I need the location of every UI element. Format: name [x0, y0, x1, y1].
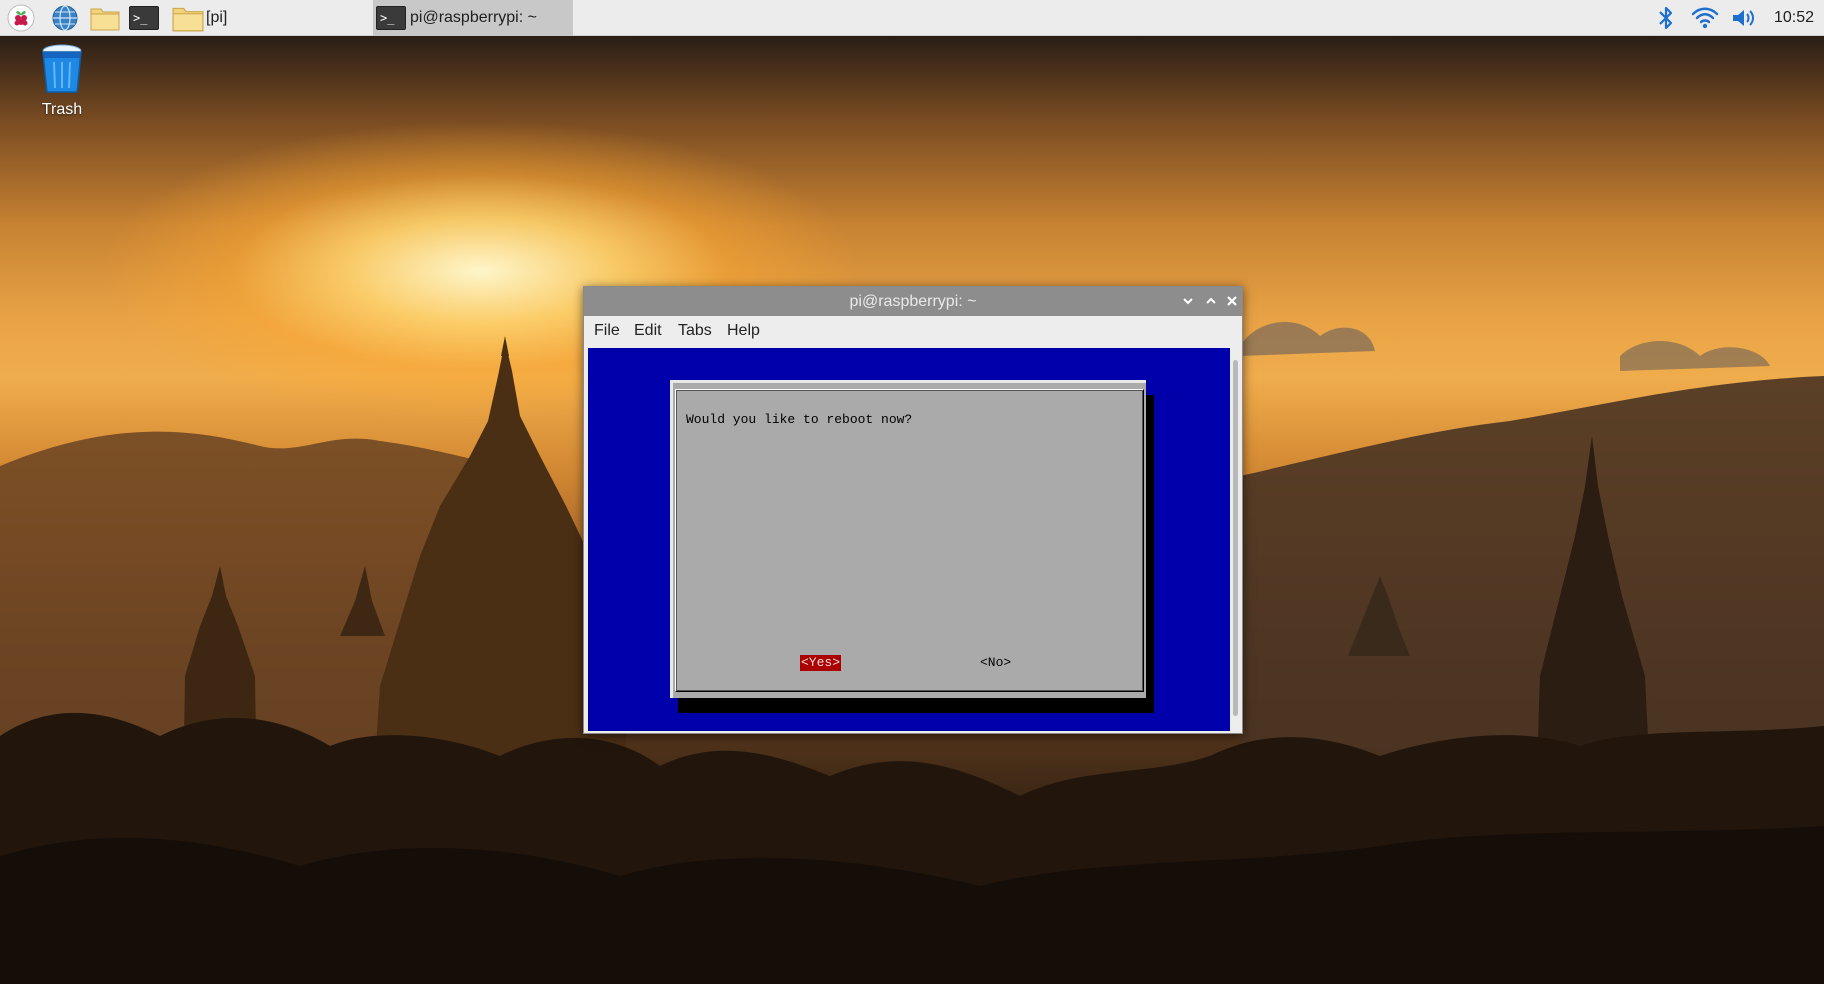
yes-button[interactable]: <Yes>	[800, 655, 842, 671]
folder-icon	[90, 8, 120, 31]
menu-edit[interactable]: Edit	[634, 316, 662, 346]
trash-label: Trash	[41, 101, 83, 118]
raspberry-icon	[7, 4, 35, 32]
volume-button[interactable]	[1729, 3, 1759, 33]
desktop-icon-trash[interactable]: Trash	[26, 44, 98, 119]
scrollbar[interactable]	[1230, 348, 1241, 731]
maximize-button[interactable]	[1201, 291, 1221, 311]
raspberry-menu-button[interactable]	[6, 3, 36, 33]
close-icon	[1227, 296, 1237, 306]
menu-help[interactable]: Help	[727, 316, 760, 346]
terminal-content[interactable]: Would you like to reboot now? <Yes> <No>	[588, 348, 1230, 731]
menubar: File Edit Tabs Help	[584, 316, 1242, 346]
menu-file[interactable]: File	[594, 316, 620, 346]
wifi-icon	[1691, 7, 1719, 29]
task-file-manager[interactable]: [pi]	[172, 0, 370, 36]
close-button[interactable]	[1222, 291, 1242, 311]
minimize-button[interactable]	[1178, 291, 1198, 311]
clock[interactable]: 10:52	[1774, 0, 1814, 36]
no-button[interactable]: <No>	[979, 655, 1012, 671]
task-terminal[interactable]: >_ pi@raspberrypi: ~	[373, 0, 573, 36]
dialog-frame	[675, 389, 1144, 692]
wifi-button[interactable]	[1690, 3, 1720, 33]
window-titlebar[interactable]: pi@raspberrypi: ~	[584, 287, 1242, 316]
web-browser-button[interactable]	[50, 3, 80, 33]
task-label: [pi]	[206, 9, 228, 26]
dialog-frame-inner	[676, 390, 1143, 691]
terminal-icon: >_	[376, 6, 406, 30]
scrollbar-thumb[interactable]	[1233, 360, 1238, 716]
bluetooth-icon	[1659, 6, 1673, 30]
task-label: pi@raspberrypi: ~	[410, 9, 537, 26]
folder-icon	[172, 7, 204, 32]
window-title: pi@raspberrypi: ~	[849, 293, 977, 310]
trash-icon	[42, 44, 82, 93]
terminal-launcher-button[interactable]: >_	[129, 3, 159, 33]
file-manager-button[interactable]	[90, 3, 120, 33]
chevron-down-icon	[1183, 298, 1193, 305]
terminal-window: pi@raspberrypi: ~ File Edit Tabs Help Wo…	[583, 286, 1243, 734]
taskbar: >_ [pi] >_ pi@raspberrypi: ~ 10:52	[0, 0, 1824, 36]
terminal-icon: >_	[129, 6, 159, 30]
globe-icon	[52, 5, 78, 31]
volume-icon	[1733, 10, 1754, 26]
bluetooth-button[interactable]	[1651, 3, 1681, 33]
reboot-dialog: Would you like to reboot now? <Yes> <No>	[670, 380, 1146, 698]
chevron-up-icon	[1206, 297, 1216, 304]
menu-tabs[interactable]: Tabs	[678, 316, 712, 346]
dialog-message: Would you like to reboot now?	[686, 412, 913, 427]
